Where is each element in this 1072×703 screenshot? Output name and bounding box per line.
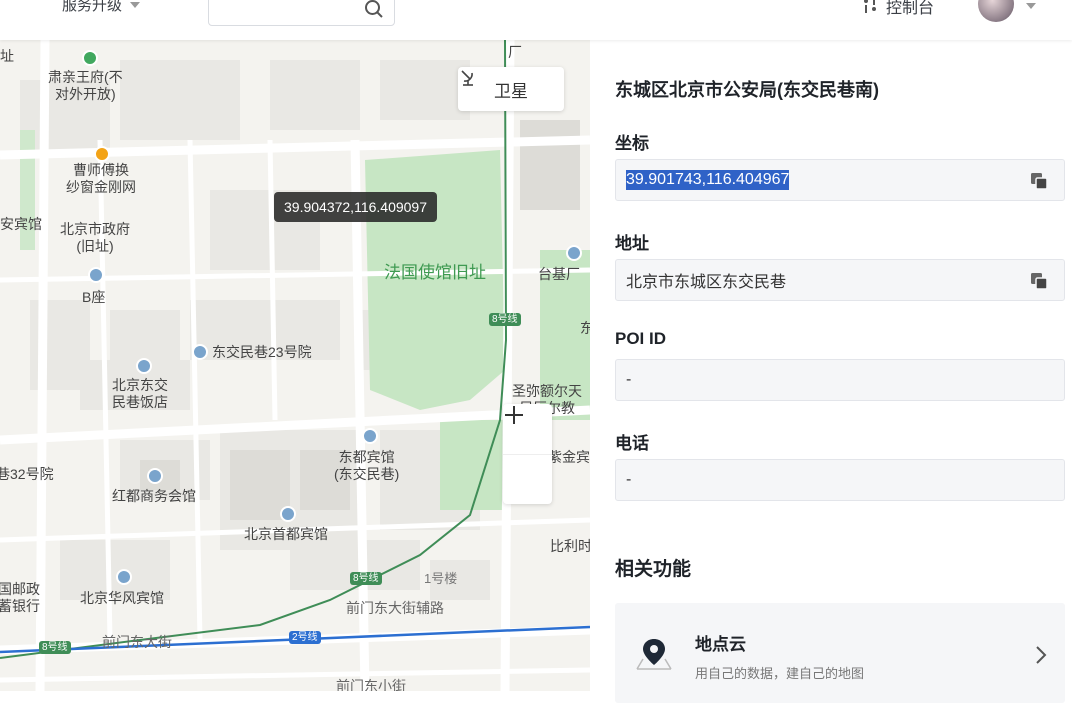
map-label-qmdj: 前门东大街 [102,634,172,650]
search-input[interactable] [209,0,359,25]
residence-poi-icon[interactable] [192,344,208,360]
phone-field[interactable]: - [615,459,1065,501]
coord-field[interactable]: 39.901743,116.404967 [615,159,1065,201]
coord-label: 坐标 [615,134,649,153]
map-label-hongdu: 红都商务会馆 [112,488,196,504]
map-label-guoyouzheng: 国邮政 蓄银行 [0,581,40,614]
map-canvas[interactable]: 肃亲王府(不 对外开放) 曹师傅换 纱窗金刚网 端安宾馆 北京市政府 (旧址) … [0,40,590,691]
metro-line8-badge: 8号线 [350,572,382,585]
poi-detail-panel: 东城区北京市公安局(东交民巷南) 坐标 39.901743,116.404967… [590,40,1072,703]
feature-desc: 用自己的数据，建自己的地图 [695,666,865,681]
address-field[interactable]: 北京市东城区东交民巷 [615,259,1065,301]
copy-icon[interactable] [1030,172,1048,190]
location-pin-icon [636,639,672,670]
map-label-shoudu: 北京首都宾馆 [244,526,328,542]
feature-card-place-cloud[interactable]: 地点云 用自己的数据，建自己的地图 [615,603,1065,703]
feature-name: 地点云 [695,635,746,654]
service-upgrade-label: 服务升级 [62,0,123,14]
chevron-down-icon [130,1,141,8]
service-upgrade-menu[interactable]: 服务升级 [62,0,141,15]
satellite-label: 卫星 [494,81,528,101]
avatar[interactable] [978,0,1014,22]
map-label-bjgov: 北京市政府 (旧址) [60,221,130,254]
building-poi-icon[interactable] [88,267,104,283]
map-label-hao32: 巷32号院 [0,466,54,482]
copy-icon[interactable] [1030,272,1048,290]
chevron-right-icon[interactable] [1035,645,1047,665]
map-label-qmdxj: 前门东小街 [336,678,406,691]
map-label-qmdjfl: 前门东大街辅路 [346,600,444,616]
map-label-huafeng: 北京华风宾馆 [80,590,164,606]
map-label-taiji: 台基厂 [538,266,580,282]
hotel-poi-icon[interactable] [362,428,378,444]
zoom-control [503,404,552,504]
metro-line8-badge: 8号线 [39,641,71,654]
map-label-caoshi: 曹师傅换 纱窗金刚网 [66,162,136,195]
satellite-toggle-button[interactable]: 卫星 [458,67,564,111]
console-label: 控制台 [886,0,935,17]
hotel-poi-icon[interactable] [136,358,152,374]
zoom-out-button[interactable] [503,414,552,504]
poi-icon[interactable] [566,245,582,261]
map-label-jinjin: 紫金宾 [548,449,590,465]
minus-icon [505,414,523,416]
address-label: 地址 [615,234,649,253]
map-label-djmx23: 东交民巷23号院 [212,344,312,360]
poi-id-value[interactable]: - [626,371,631,389]
satellite-icon [461,70,473,86]
hotel-poi-icon[interactable] [116,569,132,585]
avatar-chevron-down-icon[interactable] [1026,3,1036,9]
top-bar: 服务升级 控制台 [0,0,1072,40]
map-label-chang: 厂 [508,44,522,60]
map-label-bjdjmx: 北京东交 民巷饭店 [112,377,168,410]
map-label-dong: 东 [580,320,590,336]
poi-title: 东城区北京市公安局(东交民巷南) [615,80,879,100]
map-label-suqinwang: 肃亲王府(不 对外开放) [48,69,123,102]
metro-line8-badge: 8号线 [489,313,521,326]
poi-id-label: POI ID [615,329,667,348]
metro-line2-badge: 2号线 [289,631,321,644]
address-value[interactable]: 北京市东城区东交民巷 [626,268,786,292]
console-link[interactable]: 控制台 [862,0,934,18]
coord-value[interactable]: 39.901743,116.404967 [626,170,790,190]
search-box[interactable] [208,0,395,26]
phone-value[interactable]: - [626,471,631,489]
related-features-title: 相关功能 [615,559,692,580]
map-label-bilishi: 比利时 [550,538,590,554]
shop-poi-icon[interactable] [94,146,110,162]
phone-label: 电话 [615,434,649,453]
office-poi-icon[interactable] [147,468,163,484]
poi-id-field[interactable]: - [615,359,1065,401]
search-icon[interactable] [364,0,384,19]
console-icon [864,0,876,13]
map-label-lou1: 1号楼 [424,571,458,586]
hotel-poi-icon[interactable] [280,506,296,522]
park-poi-icon[interactable] [82,50,98,66]
map-label-fagu: 法国使馆旧址 [384,263,486,282]
map-label-bzuo: B座 [82,289,106,305]
coordinate-tooltip: 39.904372,116.409097 [274,192,437,222]
map-label-zhi: 址 [0,48,14,64]
map-label-dongdu: 东都宾馆 (东交民巷) [334,449,400,482]
map-label-anbinguan: 端安宾馆 [0,216,42,232]
